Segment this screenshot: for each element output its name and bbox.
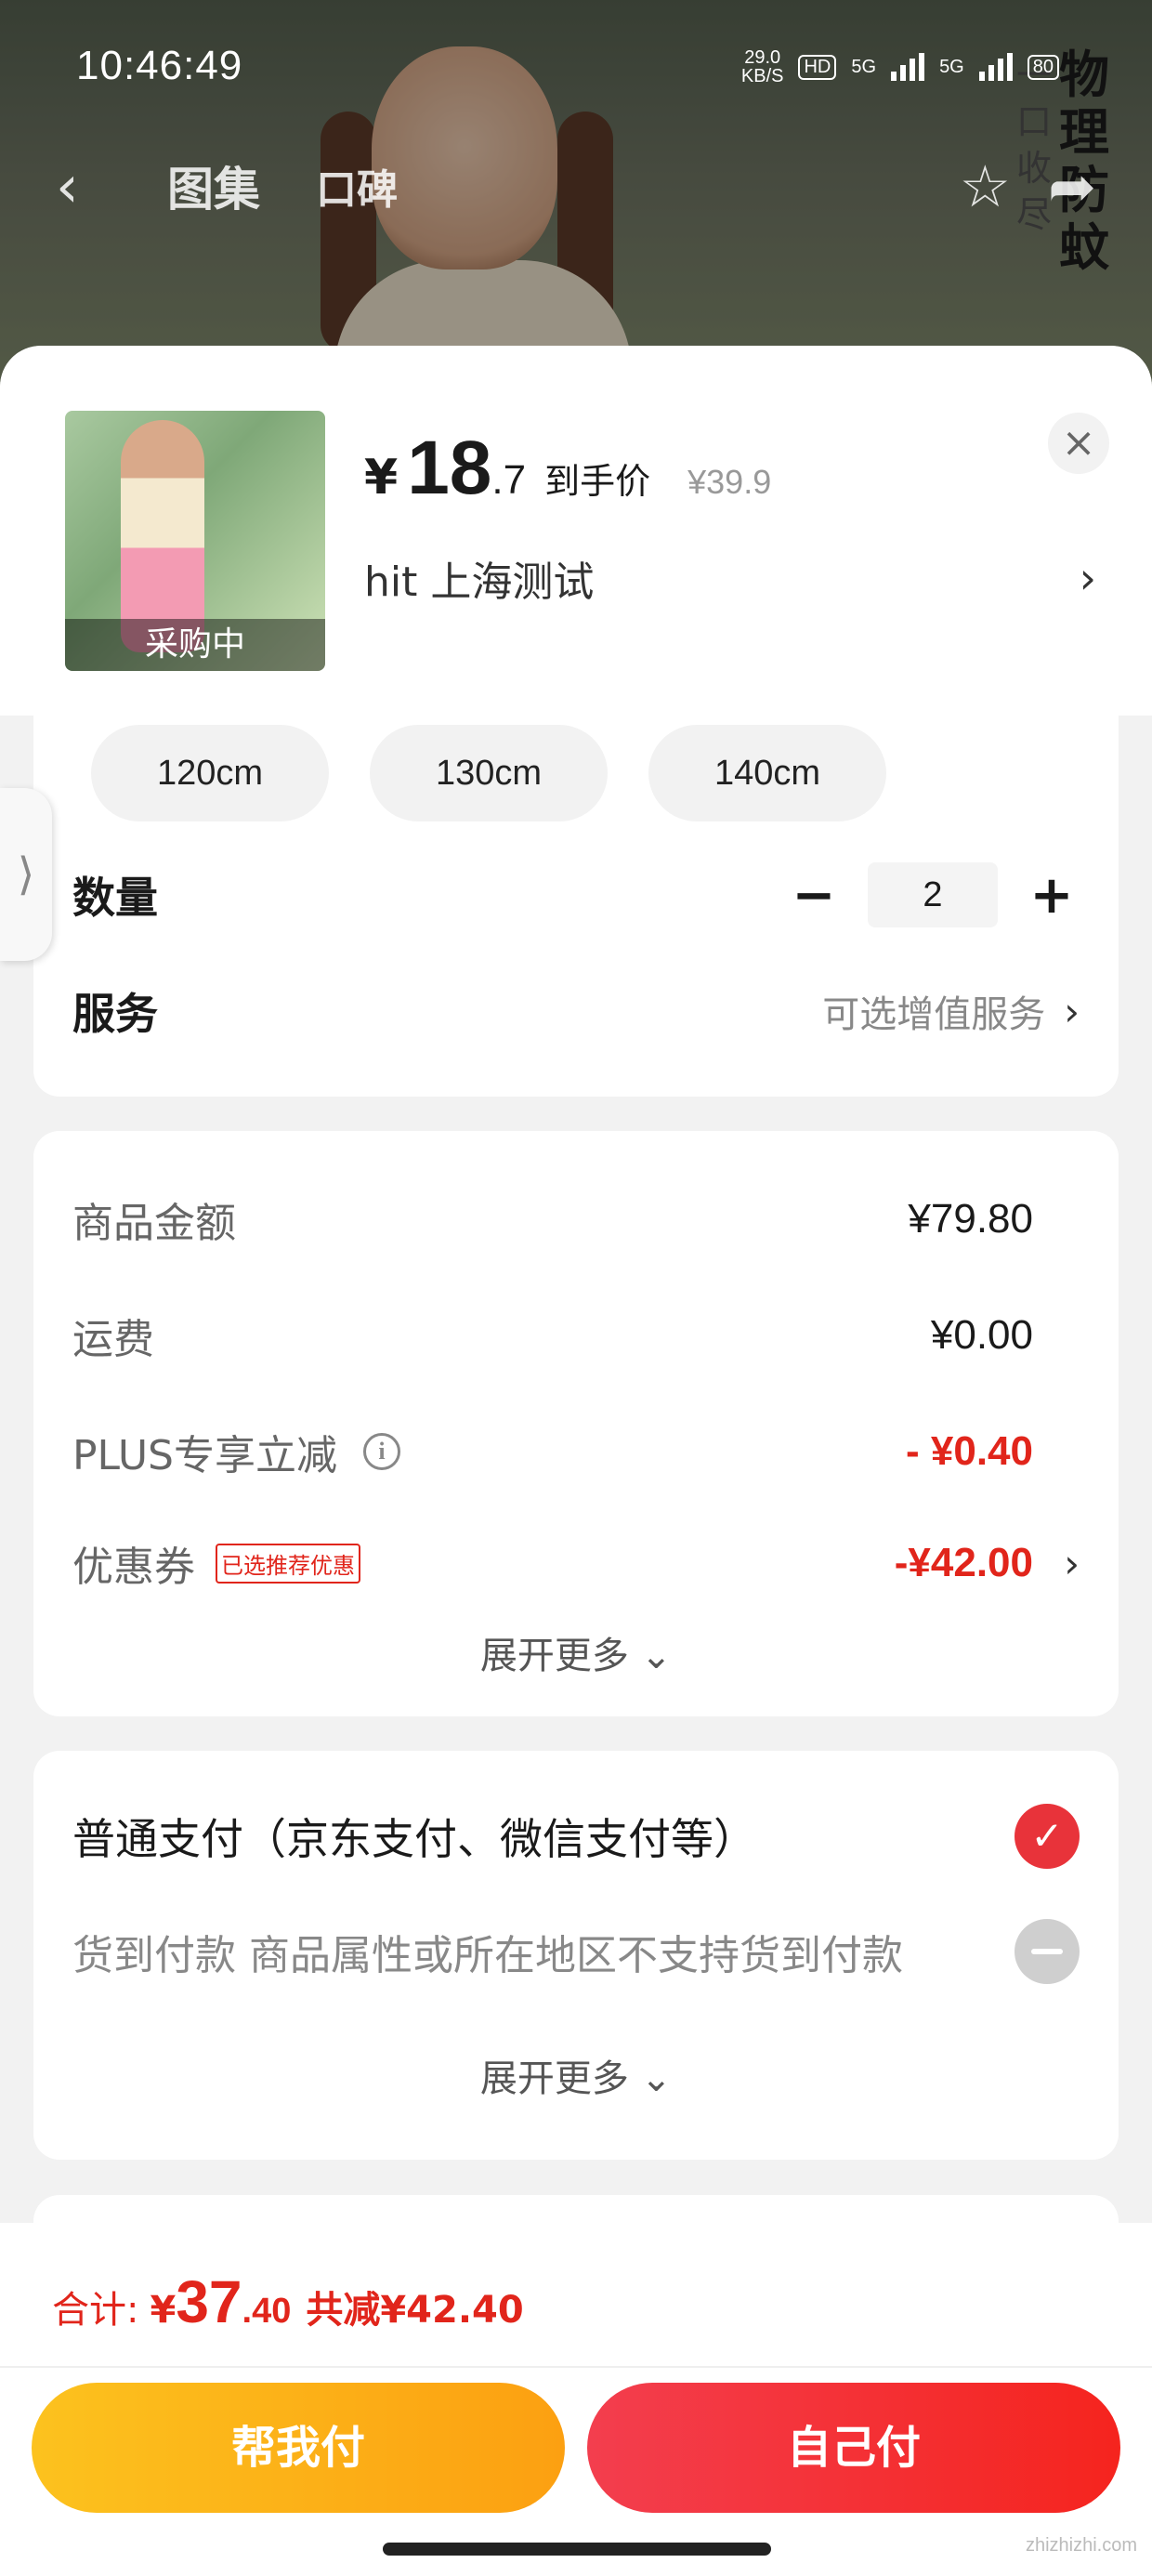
amount-value: - ¥0.40 [906,1428,1033,1474]
address-text: hit 上海测试 [364,559,595,606]
payment-label: 货到付款 商品属性或所在地区不支持货到付款 [72,1932,903,1979]
checked-icon[interactable]: ✓ [1015,1804,1080,1869]
tab-reviews[interactable]: 口碑 [316,156,398,216]
net-speed-value: 29.0 [744,47,781,68]
size-option[interactable]: 120cm [91,725,329,821]
payment-option-cod: 货到付款 商品属性或所在地区不支持货到付款 [72,1914,1080,1989]
signal-label: 5G [939,57,964,77]
total-label: 合计: [52,2289,139,2332]
coupon-badge: 已选推荐优惠 [216,1543,360,1584]
service-label: 服务 [72,989,158,1039]
service-row[interactable]: 服务 可选增值服务 › [72,974,1080,1048]
watermark: zhizhizhi.com [1025,2535,1137,2556]
amount-label: 优惠券 [72,1544,195,1591]
amount-card: 商品金额 ¥79.80 运费 ¥0.00 PLUS专享立减 i - ¥0.40 … [33,1131,1119,1716]
amount-row-coupon[interactable]: 优惠券 已选推荐优惠 -¥42.00 › [72,1531,1080,1596]
amount-value: ¥79.80 [908,1196,1033,1242]
hero-photo-part [321,112,376,353]
sheet-header: 采购中 ¥ 18 .7 到手价 ¥39.9 × hit 上海测试 › [0,346,1152,716]
amount-row-shipping: 运费 ¥0.00 [72,1303,1080,1368]
chevron-right-icon: › [1064,988,1080,1034]
chevron-right-icon: › [1064,1540,1080,1586]
payment-label: 普通支付（京东支付、微信支付等） [72,1814,756,1864]
expand-more-button[interactable]: 展开更多 ⌄ [33,2048,1119,2102]
signal-label: 5G [851,57,877,77]
net-speed: 29.0 KB/S [741,48,784,85]
payment-option-normal[interactable]: 普通支付（京东支付、微信支付等） ✓ [72,1799,1080,1873]
original-price: ¥39.9 [687,463,772,501]
pay-myself-button[interactable]: 自己付 [587,2383,1120,2513]
divider [0,2366,1152,2368]
thumbnail-status-label: 采购中 [65,619,325,671]
payment-card: 普通支付（京东支付、微信支付等） ✓ 货到付款 商品属性或所在地区不支持货到付款… [33,1751,1119,2160]
back-icon[interactable]: ‹ [56,152,130,220]
product-thumbnail[interactable]: 采购中 [65,411,325,671]
address-row[interactable]: hit 上海测试 › [364,545,1096,611]
signal-icon [891,53,925,81]
quantity-increase-button[interactable]: + [1024,865,1080,926]
expand-more-button[interactable]: 展开更多 ⌄ [33,1625,1119,1679]
info-icon[interactable]: i [363,1433,400,1470]
amount-row-goods: 商品金额 ¥79.80 [72,1187,1080,1252]
quantity-decrease-button[interactable]: − [786,865,842,926]
amount-value: -¥42.00 [894,1540,1033,1585]
checkout-footer: 合计: ¥ 37 .40 共减¥42.40 帮我付 自己付 [0,2223,1152,2576]
thumbnail-photo [121,420,204,652]
price-integer: 18 [407,426,492,510]
status-icons: 29.0 KB/S HD 5G 5G 80 [741,48,1059,85]
quantity-input[interactable]: 2 [868,862,998,927]
tab-gallery[interactable]: 图集 [167,152,260,219]
amount-label: 商品金额 [72,1200,236,1247]
total-saved: 共减¥42.40 [306,2289,524,2332]
home-indicator[interactable] [383,2543,771,2556]
amount-row-plus: PLUS专享立减 i - ¥0.40 [72,1419,1080,1484]
total-row: 合计: ¥ 37 .40 共减¥42.40 [52,2267,524,2336]
hd-icon: HD [798,54,837,80]
share-icon[interactable]: ➦ [1048,152,1096,220]
net-speed-unit: KB/S [740,66,784,86]
amount-value: ¥0.00 [930,1312,1033,1358]
product-nav-bar: ‹ 图集 口碑 ☆ ➦ [56,149,1096,223]
amount-label: PLUS专享立减 [72,1432,337,1479]
price-tag-label: 到手价 [544,461,651,502]
spec-card: 120cm 130cm 140cm 数量 − 2 + 服务 可选增值服务 › [33,716,1119,1097]
total-currency: ¥ [150,2289,177,2332]
help-me-pay-button[interactable]: 帮我付 [32,2383,565,2513]
quantity-label: 数量 [72,873,158,923]
total-integer: 37 [176,2268,242,2335]
disabled-icon [1015,1919,1080,1984]
size-option[interactable]: 130cm [370,725,608,821]
price-row: ¥ 18 .7 到手价 ¥39.9 [364,425,771,512]
hero-photo-part [557,112,613,353]
size-option[interactable]: 140cm [648,725,886,821]
favorite-star-icon[interactable]: ☆ [959,152,1011,220]
service-value: 可选增值服务 [822,993,1046,1036]
status-time: 10:46:49 [76,43,243,88]
quantity-row: 数量 − 2 + [72,862,1080,927]
price-currency: ¥ [364,450,399,506]
chevron-right-icon: › [1079,553,1096,603]
side-drawer-handle[interactable]: ⟩ [0,788,52,961]
battery-icon: 80 [1027,54,1059,80]
signal-icon [978,53,1013,81]
amount-label: 运费 [72,1316,154,1363]
close-icon[interactable]: × [1048,413,1109,474]
total-decimal: .40 [242,2292,292,2331]
price-decimal: .7 [491,457,527,503]
